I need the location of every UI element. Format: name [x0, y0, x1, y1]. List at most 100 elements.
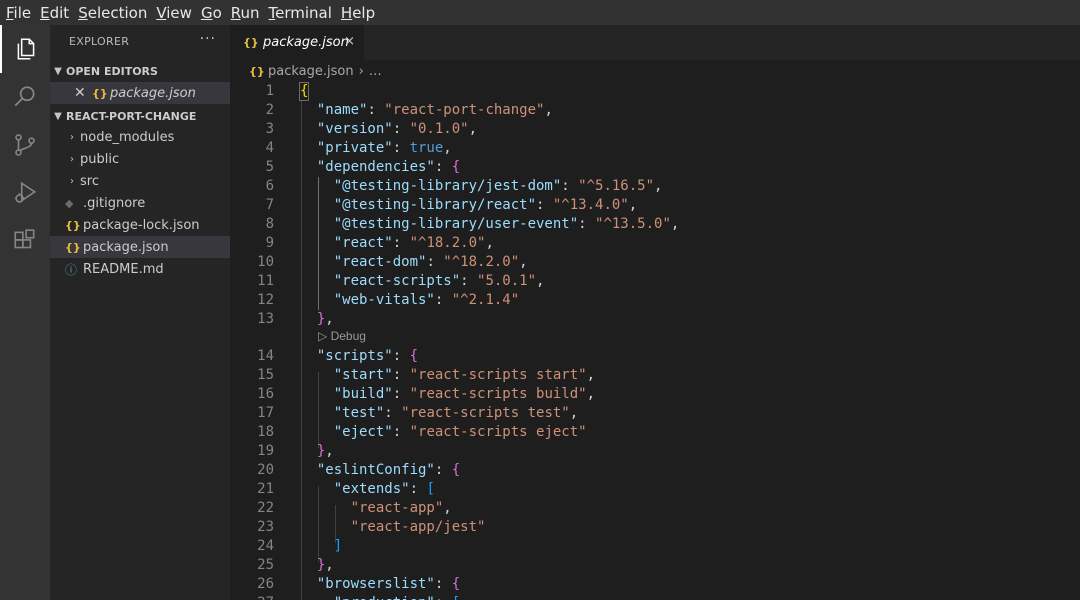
line-number: 5: [265, 159, 274, 175]
open-editors-section[interactable]: ▼ OPEN EDITORS: [50, 60, 230, 82]
menu-run[interactable]: Run: [231, 4, 260, 22]
code-line[interactable]: 10 "react-dom": "^18.2.0",: [230, 253, 1080, 272]
close-icon[interactable]: ✕: [74, 85, 92, 101]
line-number: 23: [257, 519, 274, 535]
code-line[interactable]: 23 "react-app/jest": [230, 518, 1080, 537]
code-line[interactable]: 2 "name": "react-port-change",: [230, 101, 1080, 120]
tree-item-package-json[interactable]: {} package.json: [50, 236, 230, 258]
explorer-activity-button[interactable]: [0, 25, 50, 73]
menu-edit[interactable]: Edit: [40, 4, 69, 22]
code-line[interactable]: 17 "test": "react-scripts test",: [230, 404, 1080, 423]
explorer-icon: [17, 38, 35, 60]
line-number: 16: [257, 386, 274, 402]
chevron-right-icon: ›: [70, 153, 74, 165]
code-editor[interactable]: ▷ Debug 1{2 "name": "react-port-change",…: [230, 82, 1080, 600]
menu-selection[interactable]: Selection: [78, 4, 147, 22]
menu-file[interactable]: File: [6, 4, 31, 22]
code-text: "dependencies": {: [316, 159, 461, 175]
code-line[interactable]: 14 "scripts": {: [230, 347, 1080, 366]
search-icon: [14, 86, 35, 107]
git-file-icon: ◆: [65, 196, 74, 210]
tree-item-src[interactable]: › src: [50, 170, 230, 192]
menu-go[interactable]: Go: [201, 4, 222, 22]
code-line[interactable]: 27 "production": [: [230, 594, 1080, 600]
code-line[interactable]: 22 "react-app",: [230, 499, 1080, 518]
code-line[interactable]: 5 "dependencies": {: [230, 158, 1080, 177]
breadcrumb-more[interactable]: …: [369, 64, 382, 79]
menu-terminal[interactable]: Terminal: [269, 4, 332, 22]
tree-item-readme[interactable]: ⓘ README.md: [50, 258, 230, 280]
json-file-icon: {}: [65, 240, 81, 254]
code-line[interactable]: 25 },: [230, 556, 1080, 575]
more-actions-icon[interactable]: ···: [200, 31, 216, 47]
chevron-down-icon: ▼: [54, 65, 62, 77]
code-line[interactable]: 16 "build": "react-scripts build",: [230, 385, 1080, 404]
code-text: "start": "react-scripts start",: [333, 367, 596, 383]
json-file-icon: {}: [65, 218, 81, 232]
open-editor-item[interactable]: ✕ {} package.json: [50, 82, 230, 104]
code-line[interactable]: 9 "react": "^18.2.0",: [230, 234, 1080, 253]
line-number: 3: [265, 121, 274, 137]
search-activity-button[interactable]: [0, 73, 50, 121]
code-line[interactable]: 8 "@testing-library/user-event": "^13.5.…: [230, 215, 1080, 234]
code-text: "build": "react-scripts build",: [333, 386, 596, 402]
code-line[interactable]: 20 "eslintConfig": {: [230, 461, 1080, 480]
project-section[interactable]: ▼ REACT-PORT-CHANGE: [50, 105, 230, 127]
code-line[interactable]: 7 "@testing-library/react": "^13.4.0",: [230, 196, 1080, 215]
code-line[interactable]: 1{: [230, 82, 1080, 101]
tree-item-node-modules[interactable]: › node_modules: [50, 126, 230, 148]
line-number: 7: [265, 197, 274, 213]
breadcrumb-separator: ›: [358, 63, 364, 79]
explorer-title: EXPLORER: [69, 35, 130, 48]
tree-item-label: README.md: [83, 261, 164, 277]
code-line[interactable]: 12 "web-vitals": "^2.1.4": [230, 291, 1080, 310]
code-line[interactable]: 6 "@testing-library/jest-dom": "^5.16.5"…: [230, 177, 1080, 196]
menu-help[interactable]: Help: [341, 4, 375, 22]
code-text: "react": "^18.2.0",: [333, 235, 494, 251]
json-file-icon: {}: [92, 86, 108, 100]
code-text: "eslintConfig": {: [316, 462, 461, 478]
line-number: 1: [265, 83, 274, 99]
code-text: "browserslist": {: [316, 576, 461, 592]
code-line[interactable]: 19 },: [230, 442, 1080, 461]
line-number: 26: [257, 576, 274, 592]
breadcrumb: {} package.json › …: [230, 60, 1080, 82]
breadcrumb-file[interactable]: package.json: [268, 64, 354, 79]
code-text: "react-app/jest": [350, 519, 486, 535]
line-number: 22: [257, 500, 274, 516]
close-icon[interactable]: ×: [344, 34, 355, 49]
extensions-activity-button[interactable]: [0, 217, 50, 265]
open-editors-label: OPEN EDITORS: [66, 64, 158, 78]
debug-codelens[interactable]: ▷ Debug: [318, 327, 366, 345]
tree-item-package-lock[interactable]: {} package-lock.json: [50, 214, 230, 236]
activity-bar: [0, 25, 50, 600]
menu-view[interactable]: View: [156, 4, 192, 22]
line-number: 17: [257, 405, 274, 421]
code-line[interactable]: 3 "version": "0.1.0",: [230, 120, 1080, 139]
tree-item-gitignore[interactable]: ◆ .gitignore: [50, 192, 230, 214]
code-line[interactable]: 4 "private": true,: [230, 139, 1080, 158]
tab-package-json[interactable]: {} package.json ×: [230, 25, 364, 60]
code-line[interactable]: 24 ]: [230, 537, 1080, 556]
run-debug-activity-button[interactable]: [0, 169, 50, 217]
line-number: 4: [265, 140, 274, 156]
line-number: 21: [257, 481, 274, 497]
line-number: 13: [257, 311, 274, 327]
code-text: "name": "react-port-change",: [316, 102, 553, 118]
code-line[interactable]: 18 "eject": "react-scripts eject": [230, 423, 1080, 442]
tree-item-public[interactable]: › public: [50, 148, 230, 170]
code-text: "@testing-library/react": "^13.4.0",: [333, 197, 638, 213]
code-text: "scripts": {: [316, 348, 419, 364]
code-line[interactable]: 13 },: [230, 310, 1080, 329]
code-line[interactable]: 11 "react-scripts": "5.0.1",: [230, 272, 1080, 291]
line-number: 27: [230, 594, 274, 600]
line-number: 25: [257, 557, 274, 573]
source-control-activity-button[interactable]: [0, 121, 50, 169]
code-line[interactable]: 21 "extends": [: [230, 480, 1080, 499]
tree-item-label: .gitignore: [83, 195, 146, 211]
code-line[interactable]: 15 "start": "react-scripts start",: [230, 366, 1080, 385]
project-label: REACT-PORT-CHANGE: [66, 109, 197, 123]
extensions-icon: [14, 229, 35, 249]
chevron-right-icon: ›: [70, 131, 74, 143]
code-line[interactable]: 26 "browserslist": {: [230, 575, 1080, 594]
